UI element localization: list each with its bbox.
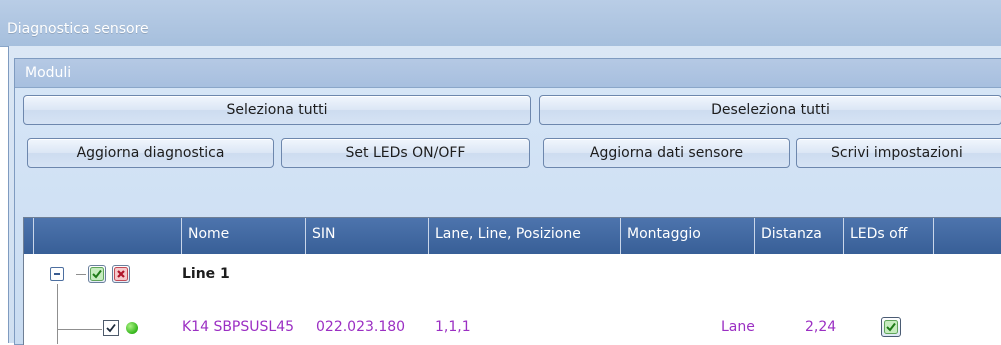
col-header-sin[interactable]: SIN xyxy=(306,218,429,254)
modules-grid: Nome SIN Lane, Line, Posizione Montaggio… xyxy=(23,217,1001,345)
uncheck-all-icon[interactable] xyxy=(112,265,130,283)
modules-group-title: Moduli xyxy=(25,65,72,81)
col-header-distanza[interactable]: Distanza xyxy=(755,218,844,254)
set-leds-button[interactable]: Set LEDs ON/OFF xyxy=(281,138,530,168)
col-header-nome[interactable]: Nome xyxy=(182,218,306,254)
tree-connector-group xyxy=(76,274,86,275)
update-diagnostics-button[interactable]: Aggiorna diagnostica xyxy=(27,138,274,168)
tree-connector-row xyxy=(58,329,102,330)
green-led-icon xyxy=(126,322,138,334)
diagnostics-window: Diagnostica sensore Moduli Seleziona tut… xyxy=(0,0,1001,345)
col-header-montaggio[interactable]: Montaggio xyxy=(621,218,755,254)
select-all-button[interactable]: Seleziona tutti xyxy=(23,95,531,125)
group-row-line-1[interactable] xyxy=(24,254,1001,295)
col-header-leds-off[interactable]: LEDs off xyxy=(844,218,934,254)
update-diagnostics-label: Aggiorna diagnostica xyxy=(76,145,225,161)
deselect-all-label: Deseleziona tutti xyxy=(711,102,830,118)
group-label: Line 1 xyxy=(182,266,230,282)
tree-connector-vertical xyxy=(57,284,58,344)
cell-distanza: 2,24 xyxy=(805,319,837,335)
set-leds-label: Set LEDs ON/OFF xyxy=(345,145,466,161)
table-row[interactable] xyxy=(24,295,1001,345)
cell-nome: K14 SBPSUSL45 xyxy=(182,319,295,335)
row-select-checkbox[interactable] xyxy=(103,320,119,336)
grid-header: Nome SIN Lane, Line, Posizione Montaggio… xyxy=(24,218,1001,254)
update-sensor-data-label: Aggiorna dati sensore xyxy=(589,145,744,161)
cell-montaggio: Lane xyxy=(721,319,755,335)
header-filler xyxy=(934,218,1001,254)
modules-group: Moduli Seleziona tutti Deseleziona tutti… xyxy=(14,58,1001,345)
modules-group-header: Moduli xyxy=(15,59,1001,88)
header-tree-column xyxy=(34,218,182,254)
select-all-label: Seleziona tutti xyxy=(226,102,328,118)
cell-lane-line-posizione: 1,1,1 xyxy=(435,319,471,335)
collapse-minus-icon[interactable] xyxy=(50,267,64,281)
col-header-lane-line-posizione[interactable]: Lane, Line, Posizione xyxy=(429,218,621,254)
check-all-icon[interactable] xyxy=(88,265,106,283)
window-title: Diagnostica sensore xyxy=(7,21,149,37)
deselect-all-button[interactable]: Deseleziona tutti xyxy=(539,95,1001,125)
write-settings-button[interactable]: Scrivi impostazioni xyxy=(796,138,1001,168)
leds-off-checkbox[interactable] xyxy=(881,317,901,337)
cell-sin: 022.023.180 xyxy=(316,319,406,335)
update-sensor-data-button[interactable]: Aggiorna dati sensore xyxy=(543,138,790,168)
header-spacer xyxy=(24,218,34,254)
write-settings-label: Scrivi impostazioni xyxy=(831,145,963,161)
window-titlebar: Diagnostica sensore xyxy=(0,0,1001,47)
